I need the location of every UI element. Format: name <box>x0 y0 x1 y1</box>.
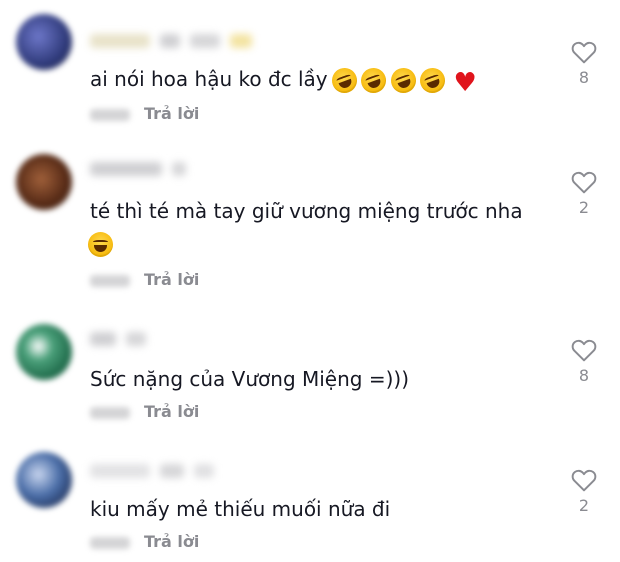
timestamp-redacted <box>90 108 130 121</box>
avatar[interactable] <box>16 14 72 70</box>
username-redacted[interactable] <box>90 30 330 52</box>
like-button[interactable]: 2 <box>566 468 602 515</box>
comment-text: té thì té mà tay giữ vương miệng trước n… <box>88 194 530 262</box>
comment-text: kiu mấy mẻ thiếu muối nữa đi <box>90 497 391 521</box>
timestamp-redacted <box>90 536 130 549</box>
comment-meta: Trả lời <box>90 104 199 123</box>
reply-button[interactable]: Trả lời <box>144 532 199 551</box>
avatar[interactable] <box>16 154 72 210</box>
avatar[interactable] <box>16 324 72 380</box>
username-redacted[interactable] <box>90 158 330 180</box>
heart-outline-icon[interactable] <box>571 468 597 492</box>
comment-item: té thì té mà tay giữ vương miệng trước n… <box>0 140 620 310</box>
reply-button[interactable]: Trả lời <box>144 270 199 289</box>
rolling-laughing-emoji-icon <box>357 63 390 97</box>
like-button[interactable]: 2 <box>566 170 602 217</box>
comment-meta: Trả lời <box>90 402 199 421</box>
rolling-laughing-emoji-icon <box>387 63 420 97</box>
reply-button[interactable]: Trả lời <box>144 402 199 421</box>
comment-text: ai nói hoa hậu ko đc lầy ♥ <box>90 62 530 98</box>
like-button[interactable]: 8 <box>566 338 602 385</box>
like-count: 2 <box>578 496 590 515</box>
grinning-sweat-emoji-icon <box>88 232 113 257</box>
timestamp-redacted <box>90 406 130 419</box>
heart-outline-icon[interactable] <box>571 170 597 194</box>
like-count: 2 <box>578 198 590 217</box>
timestamp-redacted <box>90 274 130 287</box>
emoji-group: ♥ <box>328 63 477 98</box>
like-count: 8 <box>578 68 590 87</box>
like-button[interactable]: 8 <box>566 40 602 87</box>
reply-button[interactable]: Trả lời <box>144 104 199 123</box>
username-redacted[interactable] <box>90 328 330 350</box>
avatar[interactable] <box>16 452 72 508</box>
comment-meta: Trả lời <box>90 532 199 551</box>
like-count: 8 <box>578 366 590 385</box>
red-heart-emoji-icon: ♥ <box>453 67 477 98</box>
comment-meta: Trả lời <box>90 270 199 289</box>
comment-item: ai nói hoa hậu ko đc lầy ♥ Trả lời 8 <box>0 0 620 140</box>
comment-item: Sức nặng của Vương Miệng =))) Trả lời 8 <box>0 310 620 440</box>
heart-outline-icon[interactable] <box>571 338 597 362</box>
heart-outline-icon[interactable] <box>571 40 597 64</box>
username-redacted[interactable] <box>90 460 330 482</box>
comment-text: Sức nặng của Vương Miệng =))) <box>90 367 410 391</box>
rolling-laughing-emoji-icon <box>416 63 449 97</box>
comment-item: kiu mấy mẻ thiếu muối nữa đi Trả lời 2 <box>0 440 620 562</box>
rolling-laughing-emoji-icon <box>328 63 361 97</box>
